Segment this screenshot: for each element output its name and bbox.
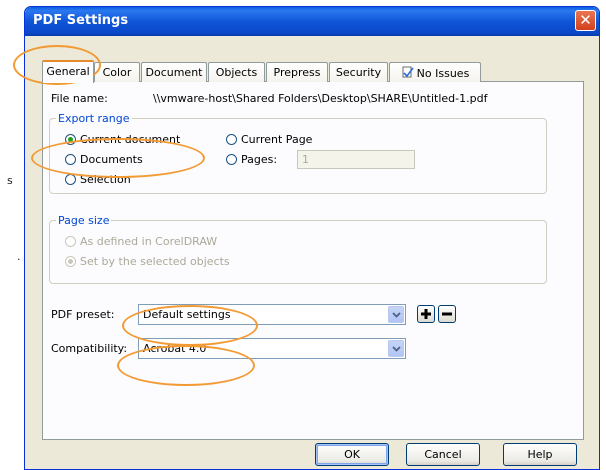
tab-document[interactable]: Document <box>141 62 207 82</box>
button-label: Cancel <box>424 448 462 461</box>
page-size-legend: Page size <box>58 214 110 227</box>
tab-security[interactable]: Security <box>329 62 388 82</box>
radio-label: Set by the selected objects <box>80 255 230 268</box>
tab-label: Security <box>335 66 382 79</box>
radio-indicator <box>65 174 76 185</box>
radio-indicator <box>226 134 237 145</box>
radio-current-document[interactable]: Current document <box>65 133 180 146</box>
radio-as-defined[interactable]: As defined in CorelDRAW <box>65 235 217 248</box>
pages-input-value: 1 <box>302 153 309 166</box>
pages-input[interactable]: 1 <box>297 150 415 169</box>
button-label: Help <box>527 448 553 461</box>
minus-icon <box>442 312 452 316</box>
radio-label: As defined in CorelDRAW <box>80 235 218 248</box>
check-document-icon <box>401 66 414 81</box>
pdf-preset-label: PDF preset: <box>51 308 115 321</box>
radio-by-selected-objects[interactable]: Set by the selected objects <box>65 255 230 268</box>
page-size-group: Page size <box>49 214 547 284</box>
radio-indicator <box>65 236 76 247</box>
pdf-preset-value: Default settings <box>143 308 231 321</box>
radio-indicator <box>65 256 76 267</box>
dialog-body: File name: \\vmware-host\Shared Folders\… <box>28 36 596 469</box>
file-name-label: File name: <box>51 92 108 105</box>
chevron-down-icon <box>388 340 404 357</box>
radio-label: Current Page <box>241 133 313 146</box>
pdf-preset-select[interactable]: Default settings <box>138 304 406 325</box>
radio-label: Documents <box>80 153 143 166</box>
pdf-settings-dialog: PDF Settings ✕ File name: \\vmware-host\… <box>24 6 600 470</box>
tab-prepress[interactable]: Prepress <box>266 62 328 82</box>
tab-label: Prepress <box>273 66 321 79</box>
radio-label: Pages: <box>241 153 278 166</box>
button-label: OK <box>344 448 360 461</box>
tab-label: Objects <box>215 66 258 79</box>
tab-general[interactable]: General <box>42 60 94 83</box>
title-bar[interactable]: PDF Settings ✕ <box>25 7 599 36</box>
tab-label: General <box>46 65 90 78</box>
background-text: s <box>7 174 13 187</box>
radio-pages[interactable]: Pages: <box>226 153 277 166</box>
export-range-legend: Export range <box>58 112 130 125</box>
remove-preset-button[interactable] <box>438 305 456 323</box>
tab-no-issues[interactable]: No Issues <box>389 62 481 82</box>
radio-indicator <box>65 134 76 145</box>
close-icon: ✕ <box>579 11 592 29</box>
dialog-title: PDF Settings <box>33 13 129 28</box>
background-window <box>0 0 24 470</box>
tab-label: Document <box>145 66 203 79</box>
radio-selection[interactable]: Selection <box>65 173 131 186</box>
tab-label: No Issues <box>416 67 470 80</box>
radio-indicator <box>65 154 76 165</box>
tab-label: Color <box>102 66 132 79</box>
general-tab-panel: File name: \\vmware-host\Shared Folders\… <box>42 81 584 440</box>
compatibility-value: Acrobat 4.0 <box>143 342 207 355</box>
radio-indicator <box>226 154 237 165</box>
radio-label: Current document <box>80 133 181 146</box>
file-name-value: \\vmware-host\Shared Folders\Desktop\SHA… <box>153 92 488 105</box>
plus-icon <box>421 309 431 319</box>
help-button[interactable]: Help <box>503 443 577 466</box>
tab-objects[interactable]: Objects <box>208 62 265 82</box>
close-button[interactable]: ✕ <box>575 10 596 31</box>
tab-color[interactable]: Color <box>94 62 140 82</box>
radio-label: Selection <box>80 173 131 186</box>
cancel-button[interactable]: Cancel <box>406 443 480 466</box>
add-preset-button[interactable] <box>417 305 435 323</box>
background-text: . <box>17 250 21 263</box>
compatibility-select[interactable]: Acrobat 4.0 <box>138 338 406 359</box>
ok-button[interactable]: OK <box>315 443 389 466</box>
radio-documents[interactable]: Documents <box>65 153 143 166</box>
chevron-down-icon <box>388 306 404 323</box>
radio-current-page[interactable]: Current Page <box>226 133 312 146</box>
compatibility-label: Compatibility: <box>51 342 128 355</box>
